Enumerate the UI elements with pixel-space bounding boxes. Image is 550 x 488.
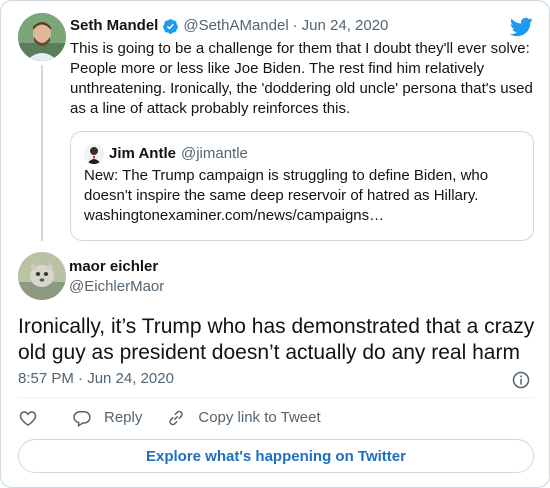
reply-label: Reply	[104, 409, 143, 426]
divider	[18, 397, 534, 398]
quoted-tweet[interactable]: Jim Antle @jimantle New: The Trump campa…	[70, 131, 534, 241]
quoted-author-avatar	[84, 144, 104, 164]
explore-twitter-button[interactable]: Explore what's happening on Twitter	[18, 439, 534, 473]
parent-author-handle[interactable]: @SethAMandel	[183, 16, 288, 36]
quoted-author-name: Jim Antle	[109, 145, 176, 162]
parent-header: Seth Mandel @SethAMandel · Jun 24, 2020	[70, 16, 388, 36]
reply-icon	[73, 411, 91, 428]
main-author-handle[interactable]: @EichlerMaor	[69, 277, 164, 297]
quoted-tweet-body: New: The Trump campaign is struggling to…	[84, 166, 524, 226]
main-tweet-text: Ironically, it’s Trump who has demonstra…	[18, 315, 535, 364]
tweet-timestamp[interactable]: 8:57 PM · Jun 24, 2020	[18, 369, 174, 389]
parent-tweet-text: This is going to be a challenge for them…	[70, 40, 533, 117]
verified-badge-icon	[163, 18, 179, 34]
parent-author-name[interactable]: Seth Mandel	[70, 16, 158, 36]
quoted-tweet-text: New: The Trump campaign is struggling to…	[84, 167, 489, 204]
reply-button[interactable]: Reply	[72, 408, 142, 428]
main-author-name[interactable]: maor eichler	[69, 257, 158, 277]
heart-icon	[19, 411, 37, 426]
thread-line	[41, 65, 43, 241]
header-separator: ·	[292, 17, 298, 34]
parent-avatar[interactable]	[18, 13, 66, 61]
tweet-embed-card: Seth Mandel @SethAMandel · Jun 24, 2020 …	[0, 0, 550, 488]
quoted-author-handle: @jimantle	[180, 145, 248, 162]
quoted-tweet-header: Jim Antle @jimantle	[84, 144, 248, 164]
copy-link-button[interactable]: Copy link to Tweet	[166, 408, 321, 428]
like-button[interactable]	[18, 408, 38, 428]
parent-date[interactable]: Jun 24, 2020	[302, 16, 389, 36]
copy-link-icon	[169, 410, 184, 426]
tweet-actions: Reply Copy link to Tweet	[18, 408, 321, 428]
main-author-avatar[interactable]	[18, 252, 66, 300]
quoted-tweet-link: washingtonexaminer.com/news/campaigns…	[84, 207, 385, 224]
info-icon[interactable]	[511, 370, 531, 390]
copy-link-label: Copy link to Tweet	[198, 409, 321, 426]
twitter-bird-icon[interactable]	[509, 15, 533, 39]
